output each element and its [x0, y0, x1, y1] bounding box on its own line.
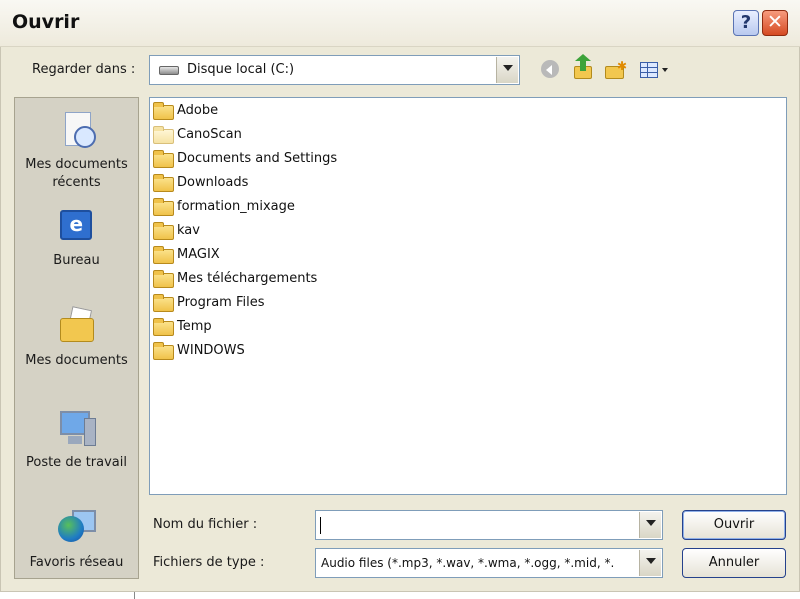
folder-icon — [153, 294, 174, 312]
open-button[interactable]: Ouvrir — [682, 510, 786, 540]
folder-label: Adobe — [177, 103, 219, 118]
place-network-places[interactable]: Favoris réseau — [15, 508, 138, 572]
close-icon: ✕ — [767, 11, 783, 33]
filetype-value: Audio files (*.mp3, *.wav, *.wma, *.ogg,… — [321, 556, 615, 570]
place-label: Poste de travail — [25, 455, 127, 470]
place-my-computer[interactable]: Poste de travail — [15, 408, 138, 472]
folder-icon — [153, 198, 174, 216]
folder-label: WINDOWS — [177, 343, 245, 358]
filename-label: Nom du fichier : — [153, 517, 258, 532]
folder-label: MAGIX — [177, 247, 220, 262]
folder-label: Documents and Settings — [177, 151, 338, 166]
folder-label: formation_mixage — [177, 199, 295, 214]
place-desktop[interactable]: Bureau — [15, 206, 138, 270]
help-icon: ? — [740, 12, 752, 33]
my-computer-icon — [56, 408, 98, 450]
folder-icon — [153, 150, 174, 168]
folder-label: Mes téléchargements — [177, 271, 318, 286]
file-list[interactable]: Adobe CanoScan Documents and Settings Do… — [149, 97, 787, 495]
folder-icon — [153, 246, 174, 264]
chevron-down-icon[interactable] — [639, 550, 661, 576]
filetype-label: Fichiers de type : — [153, 555, 265, 570]
up-folder-icon[interactable] — [572, 54, 596, 82]
place-label: Mes documents récents — [25, 157, 128, 190]
filetype-dropdown[interactable]: Audio files (*.mp3, *.wav, *.wma, *.ogg,… — [315, 548, 663, 578]
hard-drive-icon — [159, 66, 179, 75]
text-caret — [320, 517, 321, 534]
folder-icon — [153, 174, 174, 192]
background-window-edge — [134, 592, 800, 599]
place-label: Mes documents — [25, 353, 128, 368]
folder-icon — [153, 126, 174, 144]
dialog-title: Ouvrir — [12, 11, 80, 33]
title-bar[interactable]: Ouvrir ? ✕ — [0, 0, 800, 47]
folder-icon — [153, 342, 174, 360]
folder-label: Program Files — [177, 295, 265, 310]
folder-icon — [153, 318, 174, 336]
look-in-value: Disque local (C:) — [187, 62, 295, 77]
close-button[interactable]: ✕ — [762, 10, 788, 36]
folder-icon — [153, 222, 174, 240]
help-button[interactable]: ? — [733, 10, 759, 36]
chevron-down-icon[interactable] — [639, 512, 661, 538]
place-my-documents[interactable]: Mes documents — [15, 306, 138, 370]
open-dialog: Ouvrir ? ✕ Regarder dans : Disque local … — [0, 0, 800, 592]
filename-input[interactable] — [315, 510, 663, 540]
folder-icon — [153, 102, 174, 120]
look-in-label: Regarder dans : — [32, 62, 136, 77]
folder-label: kav — [177, 223, 200, 238]
place-label: Bureau — [53, 253, 100, 268]
chevron-down-icon[interactable] — [496, 57, 518, 83]
folder-icon — [153, 270, 174, 288]
back-icon[interactable] — [539, 58, 563, 82]
look-in-dropdown[interactable]: Disque local (C:) — [149, 55, 520, 85]
place-label: Favoris réseau — [29, 555, 124, 570]
new-folder-icon[interactable]: ✱ — [604, 58, 628, 82]
places-bar: Mes documents récents Bureau Mes documen… — [14, 97, 139, 579]
cancel-button[interactable]: Annuler — [682, 548, 786, 578]
place-recent-documents[interactable]: Mes documents récents — [15, 110, 138, 192]
recent-documents-icon — [56, 110, 98, 152]
my-documents-icon — [56, 306, 98, 348]
folder-label: CanoScan — [177, 127, 242, 142]
desktop-icon — [56, 206, 98, 248]
network-places-icon — [56, 508, 98, 550]
folder-label: Downloads — [177, 175, 249, 190]
views-menu-icon[interactable] — [638, 58, 670, 82]
folder-label: Temp — [177, 319, 212, 334]
